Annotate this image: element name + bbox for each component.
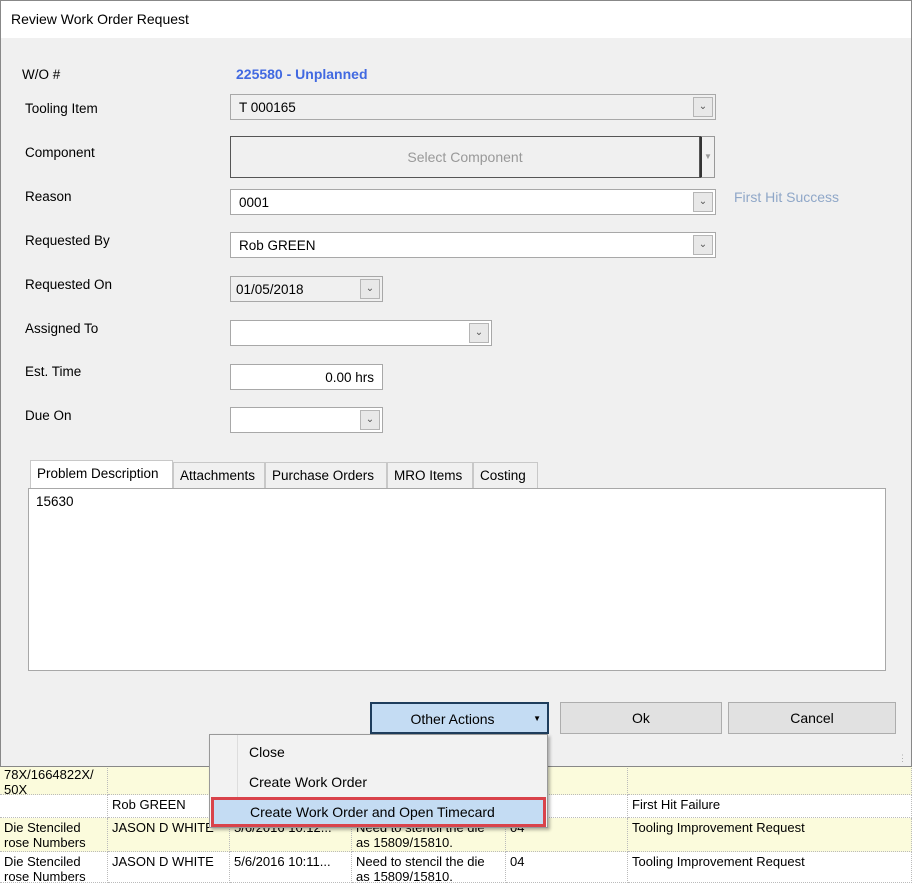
ok-button[interactable]: Ok	[560, 702, 722, 734]
chevron-down-icon[interactable]: ⌄	[693, 97, 713, 117]
requested-on-value: 01/05/2018	[236, 282, 304, 297]
chevron-down-icon[interactable]: ⌄	[693, 235, 713, 255]
requested-on-date-picker[interactable]: 01/05/2018 ⌄	[230, 276, 383, 302]
grid-cell[interactable]: Tooling Improvement Request	[628, 818, 912, 852]
chevron-down-icon[interactable]: ⌄	[469, 323, 489, 343]
grid-cell[interactable]: Tooling Improvement Request	[628, 852, 912, 883]
tab-purchase-orders[interactable]: Purchase Orders	[265, 462, 387, 489]
grid-cell[interactable]: 78X/1664822X/ 50X	[0, 765, 108, 795]
chevron-down-icon[interactable]: ⌄	[693, 192, 713, 212]
reason-select[interactable]: 0001 ⌄	[230, 189, 716, 215]
dropdown-arrow-icon: ▼	[533, 714, 541, 723]
est-time-input[interactable]: 0.00 hrs	[230, 364, 383, 390]
menu-item-create-work-order[interactable]: Create Work Order	[210, 768, 547, 796]
grid-cell[interactable]	[0, 795, 108, 818]
tab-problem-description[interactable]: Problem Description	[30, 460, 173, 489]
requested-by-value: Rob GREEN	[239, 238, 316, 253]
tooling-item-label: Tooling Item	[25, 101, 98, 116]
menu-item-create-work-order-open-timecard[interactable]: Create Work Order and Open Timecard	[211, 797, 546, 827]
wo-label: W/O #	[22, 67, 61, 82]
reason-label: Reason	[25, 189, 72, 204]
grid-cell[interactable]: JASON D WHITE	[108, 852, 230, 883]
assigned-to-label: Assigned To	[25, 321, 99, 336]
cancel-button[interactable]: Cancel	[728, 702, 896, 734]
tab-mro-items[interactable]: MRO Items	[387, 462, 473, 489]
requested-by-select[interactable]: Rob GREEN ⌄	[230, 232, 716, 258]
grid-cell[interactable]: First Hit Failure	[628, 795, 912, 818]
title-bar: Review Work Order Request	[1, 1, 911, 38]
chevron-down-icon[interactable]: ⌄	[360, 410, 380, 430]
grid-cell[interactable]: Die Stenciled rose Numbers	[0, 818, 108, 852]
reason-note: First Hit Success	[734, 189, 840, 205]
other-actions-button[interactable]: Other Actions ▼	[370, 702, 549, 734]
grid-cell[interactable]: Die Stenciled rose Numbers	[0, 852, 108, 883]
requested-by-label: Requested By	[25, 233, 110, 248]
tab-attachments[interactable]: Attachments	[173, 462, 265, 489]
assigned-to-select[interactable]: ⌄	[230, 320, 492, 346]
due-on-date-picker[interactable]: ⌄	[230, 407, 383, 433]
reason-value: 0001	[239, 195, 270, 210]
tooling-item-select[interactable]: T 000165 ⌄	[230, 94, 716, 120]
tab-costing[interactable]: Costing	[473, 462, 538, 489]
grid-cell[interactable]: 5/6/2016 10:11...	[230, 852, 352, 883]
grid-cell[interactable]: Need to stencil the die as 15809/15810.	[352, 852, 506, 883]
other-actions-menu: Close Create Work Order Create Work Orde…	[209, 734, 548, 828]
due-on-label: Due On	[25, 408, 72, 423]
problem-description-textarea[interactable]: 15630	[28, 488, 886, 671]
requested-on-label: Requested On	[25, 277, 113, 292]
tooling-item-value: T 000165	[239, 100, 296, 115]
other-actions-label: Other Actions	[410, 711, 495, 727]
est-time-label: Est. Time	[25, 364, 82, 379]
chevron-down-icon[interactable]: ⌄	[360, 279, 380, 299]
component-label: Component	[25, 145, 95, 160]
select-component-button[interactable]: Select Component	[230, 136, 700, 178]
resize-grip-icon[interactable]: ⋮	[898, 753, 907, 764]
grid-cell[interactable]: 04	[506, 852, 628, 883]
grid-cell[interactable]	[628, 765, 912, 795]
menu-item-close[interactable]: Close	[210, 738, 547, 766]
review-work-order-dialog: Review Work Order Request W/O # 225580 -…	[0, 0, 912, 767]
wo-number: 225580 - Unplanned	[236, 66, 368, 82]
component-dropdown-arrow-icon[interactable]: ▼	[700, 136, 715, 178]
